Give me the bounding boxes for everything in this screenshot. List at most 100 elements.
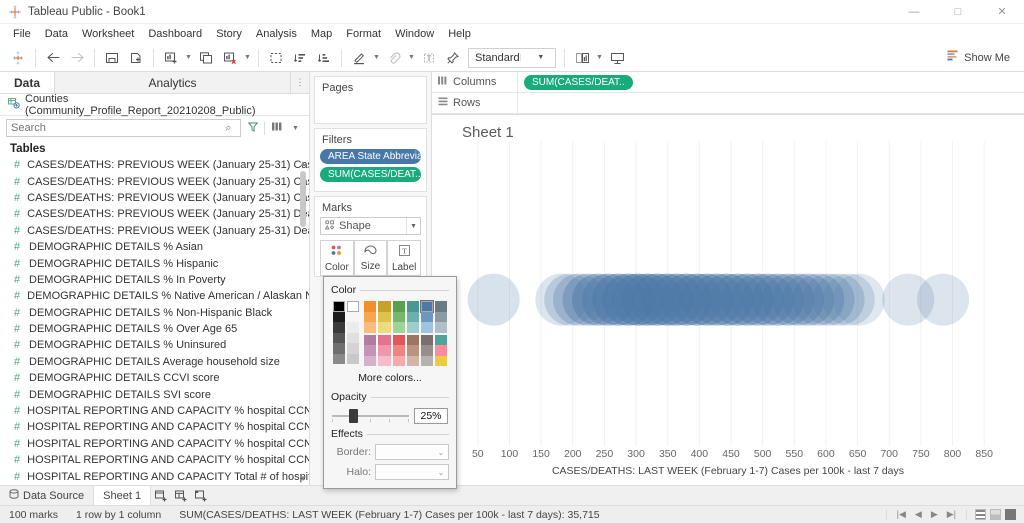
field-row[interactable]: # CASES/DEATHS: PREVIOUS WEEK (January 25…: [0, 206, 309, 222]
color-swatch[interactable]: [364, 322, 377, 333]
field-row[interactable]: # DEMOGRAPHIC DETAILS % Non-Hispanic Blac…: [0, 305, 309, 321]
field-row[interactable]: # DEMOGRAPHIC DETAILS Average household s…: [0, 354, 309, 370]
color-swatch[interactable]: [347, 353, 360, 364]
color-swatch[interactable]: [434, 345, 447, 356]
color-swatch[interactable]: [378, 301, 391, 312]
menu-analysis[interactable]: Analysis: [249, 24, 304, 44]
field-row[interactable]: # DEMOGRAPHIC DETAILS % Native American /…: [0, 288, 309, 304]
opacity-slider[interactable]: [332, 408, 409, 424]
view-mode-full-icon[interactable]: [1005, 509, 1016, 520]
back-arrow-icon[interactable]: [41, 46, 65, 70]
field-row[interactable]: # HOSPITAL REPORTING AND CAPACITY % hospi…: [0, 452, 309, 468]
nav-next-icon[interactable]: ▶: [931, 509, 938, 520]
field-row[interactable]: # HOSPITAL REPORTING AND CAPACITY % hospi…: [0, 419, 309, 435]
color-swatch[interactable]: [420, 322, 433, 333]
size-button[interactable]: Size: [353, 240, 388, 276]
search-input[interactable]: ⌕: [6, 119, 241, 137]
slider-thumb[interactable]: [348, 409, 358, 423]
menu-format[interactable]: Format: [339, 24, 388, 44]
nav-first-icon[interactable]: |◀: [897, 509, 906, 520]
field-row[interactable]: # HOSPITAL REPORTING AND CAPACITY % hospi…: [0, 403, 309, 419]
color-swatch[interactable]: [392, 355, 405, 366]
color-swatch[interactable]: [392, 345, 405, 356]
color-swatch[interactable]: [333, 301, 346, 312]
field-row[interactable]: # DEMOGRAPHIC DETAILS % Over Age 65: [0, 321, 309, 337]
color-swatch[interactable]: [333, 353, 346, 364]
color-swatch[interactable]: [333, 343, 346, 354]
color-swatch[interactable]: [420, 345, 433, 356]
data-source-row[interactable]: Counties (Community_Profile_Report_20210…: [0, 93, 309, 117]
color-swatch[interactable]: [434, 334, 447, 345]
view-mode-split-icon[interactable]: [990, 509, 1001, 520]
color-swatch[interactable]: [333, 322, 346, 333]
chevron-down-icon[interactable]: ▼: [519, 54, 555, 61]
new-worksheet-tab-icon[interactable]: [151, 486, 171, 505]
show-mark-labels-icon[interactable]: T: [417, 46, 441, 70]
field-row[interactable]: # CASES/DEATHS: PREVIOUS WEEK (January 25…: [0, 190, 309, 206]
menu-dashboard[interactable]: Dashboard: [141, 24, 209, 44]
color-swatch[interactable]: [406, 334, 419, 345]
color-button[interactable]: Color: [320, 240, 354, 276]
field-row[interactable]: # CASES/DEATHS: PREVIOUS WEEK (January 25…: [0, 173, 309, 189]
menu-help[interactable]: Help: [441, 24, 478, 44]
color-swatch[interactable]: [406, 322, 419, 333]
duplicate-sheet-icon[interactable]: [194, 46, 218, 70]
color-swatch[interactable]: [378, 355, 391, 366]
rows-shelf-dropzone[interactable]: [518, 93, 1024, 113]
chevron-down-icon[interactable]: ⌄: [434, 448, 448, 457]
tableau-home-icon[interactable]: [6, 46, 30, 70]
forward-arrow-icon[interactable]: [65, 46, 89, 70]
columns-shelf-dropzone[interactable]: SUM(CASES/DEAT..: [518, 72, 1024, 92]
menu-data[interactable]: Data: [38, 24, 75, 44]
color-swatch[interactable]: [406, 301, 419, 312]
sheet-tab-sheet1[interactable]: Sheet 1: [93, 486, 152, 505]
sort-ascending-icon[interactable]: [288, 46, 312, 70]
grid-view-icon[interactable]: [269, 122, 284, 134]
nav-prev-icon[interactable]: ◀: [915, 509, 922, 520]
menu-map[interactable]: Map: [304, 24, 339, 44]
field-list-scrollbar[interactable]: ▲ ▼: [299, 159, 307, 483]
border-select[interactable]: ⌄: [375, 444, 449, 460]
new-worksheet-icon[interactable]: [159, 46, 183, 70]
chevron-down-icon[interactable]: ▼: [406, 218, 420, 234]
color-swatch[interactable]: [392, 301, 405, 312]
halo-select[interactable]: ⌄: [375, 464, 449, 480]
field-row[interactable]: # DEMOGRAPHIC DETAILS % Uninsured: [0, 337, 309, 353]
filter-pill-sum-cases[interactable]: SUM(CASES/DEAT..: [320, 167, 421, 182]
color-swatch[interactable]: [378, 322, 391, 333]
columns-pill-sum-cases[interactable]: SUM(CASES/DEAT..: [524, 74, 633, 90]
menu-story[interactable]: Story: [209, 24, 249, 44]
field-row[interactable]: # HOSPITAL REPORTING AND CAPACITY % hospi…: [0, 436, 309, 452]
data-pane-grip-icon[interactable]: ⋮: [291, 72, 309, 93]
label-button[interactable]: T Label: [387, 240, 422, 276]
chevron-down-icon[interactable]: ⌄: [434, 468, 448, 477]
color-swatch[interactable]: [406, 311, 419, 322]
color-swatch[interactable]: [434, 311, 447, 322]
group-members-icon[interactable]: [382, 46, 406, 70]
mark-circle[interactable]: [917, 273, 970, 326]
color-swatch[interactable]: [364, 334, 377, 345]
show-me-button[interactable]: Show Me: [939, 50, 1018, 65]
close-button[interactable]: ✕: [980, 0, 1024, 24]
scatter-plot-canvas[interactable]: [432, 141, 1024, 446]
color-swatch[interactable]: [347, 332, 360, 343]
data-source-tab[interactable]: Data Source: [0, 486, 93, 505]
group-caret-icon[interactable]: ▼: [406, 46, 417, 70]
scroll-up-icon[interactable]: ▲: [299, 159, 307, 168]
new-data-source-icon[interactable]: [124, 46, 148, 70]
color-swatch[interactable]: [364, 311, 377, 322]
color-swatch[interactable]: [364, 345, 377, 356]
color-swatch[interactable]: [347, 301, 360, 312]
menu-window[interactable]: Window: [388, 24, 441, 44]
fit-selector[interactable]: Standard ▼: [468, 47, 556, 68]
field-row[interactable]: # CASES/DEATHS: PREVIOUS WEEK (January 25…: [0, 223, 309, 239]
color-swatch[interactable]: [364, 355, 377, 366]
nav-last-icon[interactable]: ▶|: [947, 509, 956, 520]
chevron-down-icon[interactable]: ▼: [288, 125, 303, 132]
color-swatch[interactable]: [378, 311, 391, 322]
field-row[interactable]: # DEMOGRAPHIC DETAILS SVI score: [0, 386, 309, 402]
color-swatch[interactable]: [378, 334, 391, 345]
highlight-caret-icon[interactable]: ▼: [371, 46, 382, 70]
color-swatch[interactable]: [333, 332, 346, 343]
save-icon[interactable]: [100, 46, 124, 70]
